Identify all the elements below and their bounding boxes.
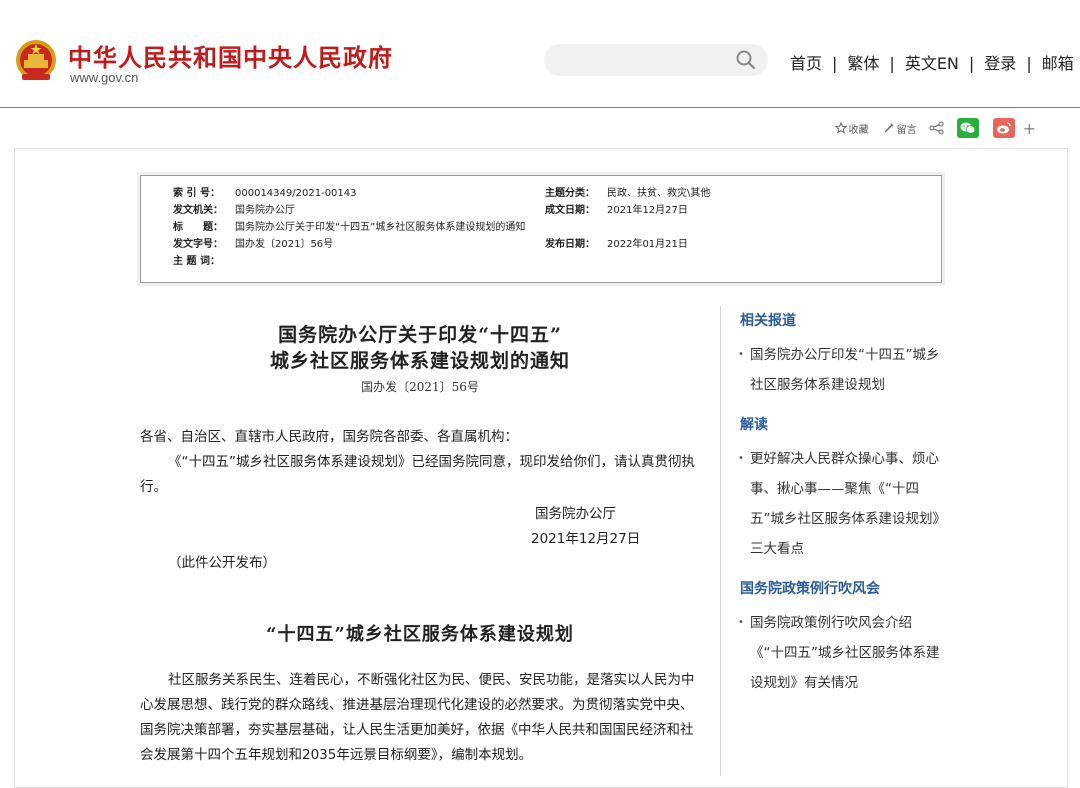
interp-list: 更好解决人民群众操心事、烦心事、揪心事——聚焦《“十四五”城乡社区服务体系建设规… — [738, 444, 940, 564]
more-share-button[interactable]: + — [1023, 119, 1036, 138]
sidebar-interp-title: 解读 — [740, 417, 768, 433]
related-list: 国务院办公厅印发“十四五”城乡社区服务体系建设规划 — [738, 340, 940, 400]
meta-label: 发布日期： — [545, 239, 595, 250]
meta-value: 国务院办公厅关于印发“十四五”城乡社区服务体系建设规划的通知 — [235, 222, 526, 233]
favorite-button[interactable]: 收藏 — [834, 121, 869, 136]
sidebar-related-title: 相关报道 — [740, 313, 796, 329]
article-note: （此件公开发布） — [168, 555, 276, 571]
favorite-label: 收藏 — [848, 124, 869, 136]
article-signer: 国务院办公厅 — [535, 506, 616, 522]
nav-login[interactable]: 登录 — [984, 54, 1016, 73]
weibo-share-button[interactable] — [992, 118, 1015, 138]
article-title-line: 国务院办公厅关于印发“十四五” — [278, 324, 562, 346]
wechat-icon — [960, 122, 975, 134]
meta-label: 索 引 号： — [173, 188, 220, 199]
wechat-share-button[interactable] — [956, 118, 979, 138]
meta-keywords-row: 主 题 词： — [173, 254, 235, 270]
nav-separator: | — [1026, 54, 1032, 73]
sidebar-briefing-title: 国务院政策例行吹风会 — [740, 581, 880, 597]
document-metadata: 索 引 号： 000014349/2021-00143 主题分类： 民政、扶贫、救灾… — [140, 175, 942, 283]
article-date: 2021年12月27日 — [531, 531, 641, 547]
meta-category-row: 主题分类： 民政、扶贫、救灾\其他 — [545, 186, 710, 202]
meta-label: 主题分类： — [545, 188, 595, 199]
plan-title: “十四五”城乡社区服务体系建设规划 — [266, 624, 574, 645]
nav-mail[interactable]: 邮箱 — [1042, 54, 1074, 73]
column-divider — [720, 306, 721, 776]
national-emblem-icon[interactable] — [14, 38, 58, 84]
site-url: www.gov.cn — [70, 70, 139, 85]
nav-separator: | — [889, 54, 895, 73]
pen-icon — [884, 123, 894, 133]
meta-label: 标 题： — [173, 222, 223, 233]
meta-label: 发文字号： — [173, 239, 223, 250]
star-icon — [834, 122, 847, 134]
sidebar: 相关报道 国务院办公厅印发“十四五”城乡社区服务体系建设规划 解读 更好解决人民… — [738, 310, 940, 698]
top-nav: 首页 | 繁体 | 英文EN | 登录 | 邮箱 — [790, 50, 1074, 74]
related-link[interactable]: 国务院办公厅印发“十四五”城乡社区服务体系建设规划 — [738, 340, 940, 400]
article-salutation: 各省、自治区、直辖市人民政府，国务院各部委、各直属机构： — [140, 429, 518, 445]
nav-english[interactable]: 英文EN — [905, 54, 959, 73]
meta-published-row: 发布日期： 2022年01月21日 — [545, 237, 688, 253]
meta-issuer-row: 发文机关： 国务院办公厅 — [173, 203, 295, 219]
article-title: 国务院办公厅关于印发“十四五” 城乡社区服务体系建设规划的通知 — [140, 322, 700, 374]
article-doc-number: 国办发〔2021〕56号 — [361, 380, 479, 394]
article: 国务院办公厅关于印发“十四五” 城乡社区服务体系建设规划的通知 国办发〔2021… — [140, 322, 700, 500]
meta-value: 2022年01月21日 — [607, 239, 688, 250]
meta-label: 成文日期： — [545, 205, 595, 216]
meta-value: 2021年12月27日 — [607, 205, 688, 216]
nav-traditional[interactable]: 繁体 — [847, 54, 879, 73]
meta-title-row: 标 题： 国务院办公厅关于印发“十四五”城乡社区服务体系建设规划的通知 — [173, 220, 525, 236]
share-icon[interactable] — [929, 121, 945, 135]
weibo-icon — [996, 122, 1011, 134]
nav-home[interactable]: 首页 — [790, 54, 822, 73]
nav-separator: | — [968, 54, 975, 73]
comment-button[interactable]: 留言 — [883, 121, 917, 136]
meta-written-row: 成文日期： 2021年12月27日 — [545, 203, 688, 219]
plan-intro-paragraph: 社区服务关系民生、连着民心，不断强化社区为民、便民、安民功能，是落实以人民为中心… — [140, 672, 695, 763]
briefing-link[interactable]: 国务院政策例行吹风会介绍《“十四五”城乡社区服务体系建设规划》有关情况 — [738, 608, 940, 698]
article-body: 《“十四五”城乡社区服务体系建设规划》已经国务院同意，现印发给你们，请认真贯彻执… — [140, 454, 695, 495]
meta-label: 主 题 词： — [173, 256, 220, 267]
site-header: 中华人民共和国中央人民政府 www.gov.cn 首页 | 繁体 | 英文EN | 登录 | 邮… — [0, 0, 1080, 108]
comment-label: 留言 — [896, 124, 917, 136]
meta-value: 民政、扶贫、救灾\其他 — [607, 188, 711, 199]
meta-docno-row: 发文字号： 国办发〔2021〕56号 — [173, 237, 333, 253]
meta-value: 国务院办公厅 — [235, 205, 295, 216]
meta-value: 000014349/2021-00143 — [235, 188, 357, 199]
share-toolbar: 收藏 留言 + — [834, 116, 1036, 140]
meta-index-row: 索 引 号： 000014349/2021-00143 — [173, 186, 357, 202]
search-icon[interactable] — [734, 48, 758, 72]
interp-link[interactable]: 更好解决人民群众操心事、烦心事、揪心事——聚焦《“十四五”城乡社区服务体系建设规… — [738, 444, 940, 564]
meta-value: 国办发〔2021〕56号 — [235, 239, 334, 250]
article-title-line: 城乡社区服务体系建设规划的通知 — [269, 350, 570, 372]
briefing-list: 国务院政策例行吹风会介绍《“十四五”城乡社区服务体系建设规划》有关情况 — [738, 608, 940, 698]
meta-label: 发文机关： — [173, 205, 223, 216]
site-name[interactable]: 中华人民共和国中央人民政府 — [68, 38, 393, 73]
nav-separator: | — [832, 54, 838, 73]
